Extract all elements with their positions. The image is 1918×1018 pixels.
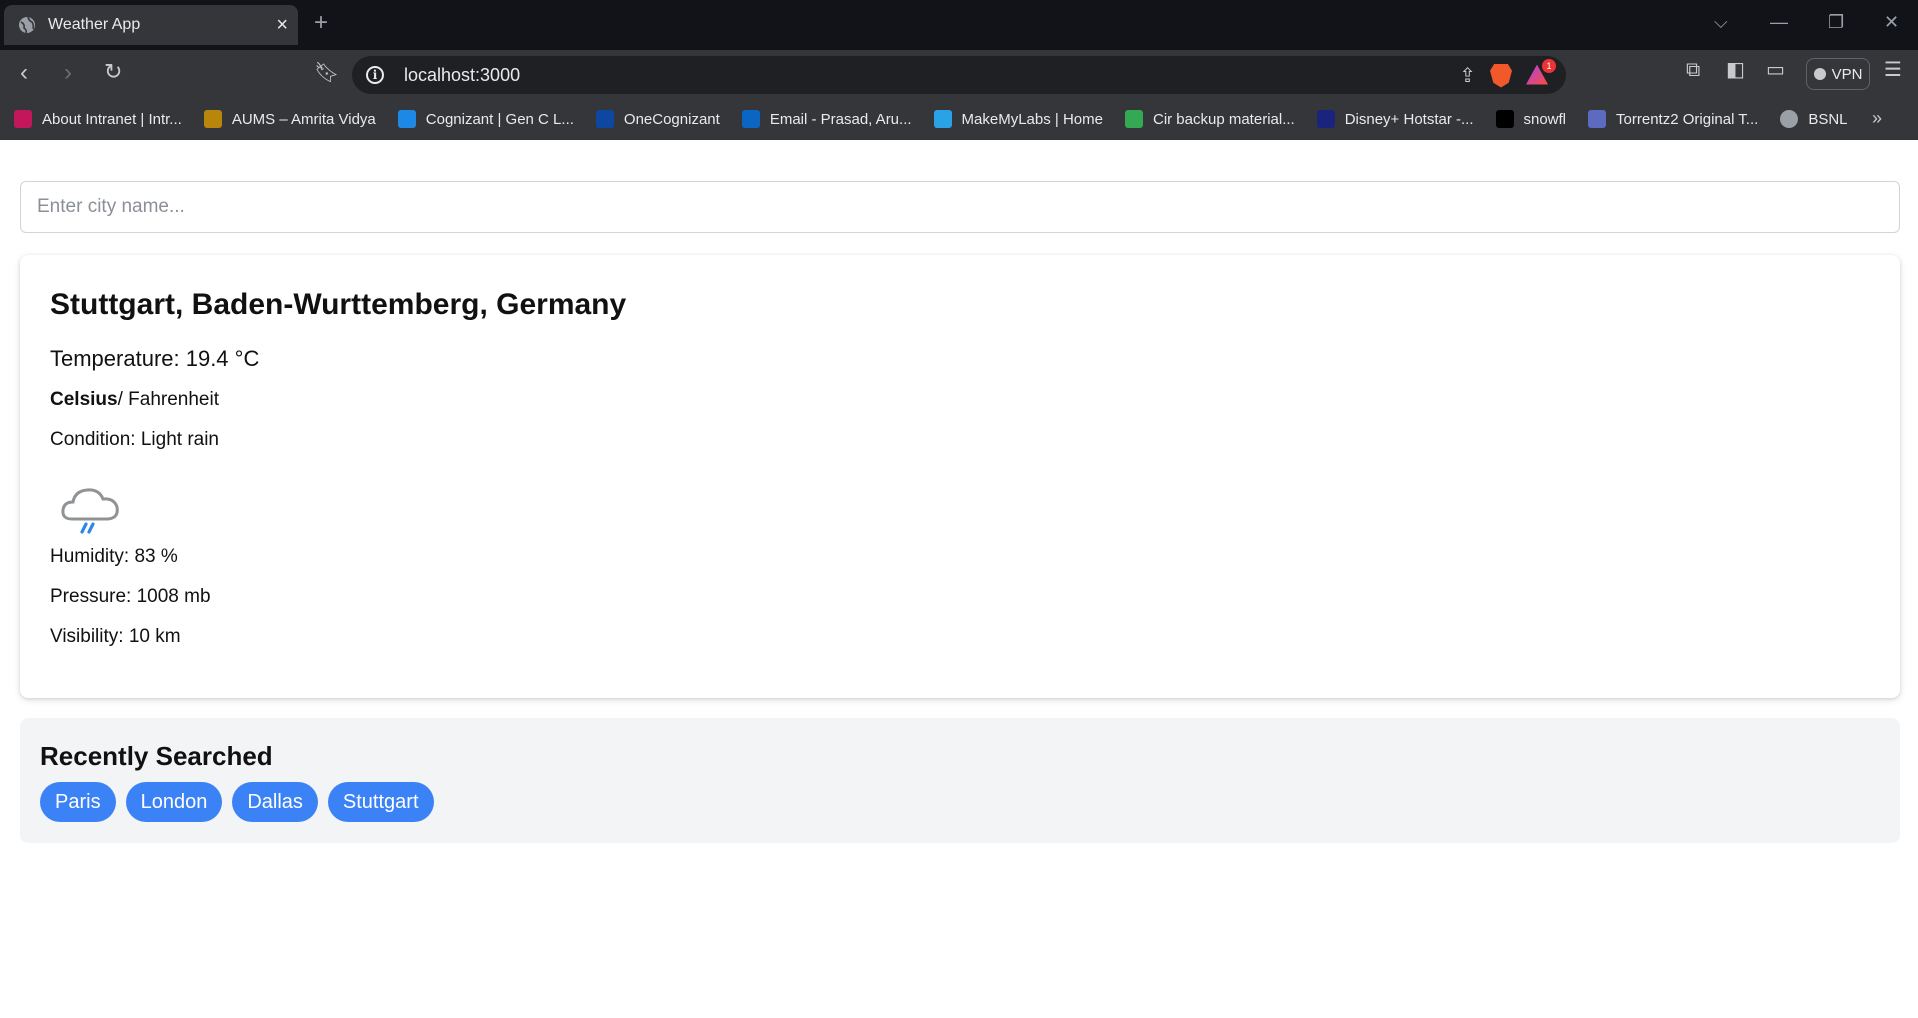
close-tab-icon[interactable]: × (276, 15, 288, 35)
temperature-text: Temperature: 19.4 °C (50, 346, 260, 371)
recent-city-chip[interactable]: Paris (40, 782, 116, 822)
bookmark-label: snowfl (1523, 110, 1567, 128)
bookmark-item[interactable]: snowfl (1495, 110, 1567, 128)
bookmark-label: Torrentz2 Original T... (1616, 110, 1759, 128)
forward-icon[interactable]: › (64, 61, 72, 85)
tab-search-chevron-icon[interactable]: ⌵ (1714, 13, 1728, 31)
window-close-icon[interactable]: ✕ (1884, 13, 1899, 31)
bookmark-item[interactable]: BSNL (1780, 110, 1848, 128)
bookmark-label: Cognizant | Gen C L... (425, 110, 574, 128)
city-search-input[interactable] (20, 181, 1900, 233)
rewards-badge: 1 (1542, 58, 1556, 73)
onecognizant-icon (595, 110, 614, 128)
globe-icon (1780, 110, 1799, 128)
brave-shields-icon[interactable] (1490, 63, 1512, 88)
tab-title: Weather App (48, 16, 141, 33)
bookmarks-bar: About Intranet | Intr... AUMS – Amrita Vi… (0, 98, 1918, 140)
new-tab-icon[interactable]: + (314, 11, 328, 35)
amrita-icon (203, 110, 222, 128)
site-info-icon[interactable]: i (366, 66, 384, 84)
more-bookmarks-icon[interactable]: » (1872, 108, 1882, 129)
intranet-icon (14, 110, 32, 128)
recently-searched-title: Recently Searched (40, 741, 273, 771)
vpn-button[interactable]: VPN (1806, 58, 1870, 90)
bookmark-icon[interactable]: 🔖︎ (314, 63, 339, 83)
light-rain-cloud-icon (61, 488, 119, 534)
restore-icon[interactable]: ❐ (1828, 13, 1844, 31)
globe-icon (19, 16, 35, 34)
browser-toolbar: ‹ › ↻ 🔖︎ i localhost:3000 ⇪ 1 ⧉ ◧ ▭ VPN … (0, 50, 1918, 98)
visibility-text: Visibility: 10 km (50, 626, 181, 647)
outlook-icon (741, 110, 760, 128)
bookmark-item[interactable]: Email - Prasad, Aru... (741, 110, 912, 128)
brave-rewards-icon[interactable]: 1 (1526, 58, 1556, 87)
torrentz-icon (1588, 110, 1607, 128)
bookmark-label: About Intranet | Intr... (42, 110, 182, 128)
weather-card: Stuttgart, Baden-Wurttemberg, Germany Te… (20, 255, 1900, 698)
bookmark-label: Email - Prasad, Aru... (769, 110, 912, 128)
bookmark-item[interactable]: Cognizant | Gen C L... (397, 110, 574, 128)
celsius-toggle[interactable]: Celsius (50, 389, 118, 410)
location-title: Stuttgart, Baden-Wurttemberg, Germany (50, 288, 627, 321)
hotstar-icon (1316, 110, 1335, 128)
humidity-text: Humidity: 83 % (50, 546, 178, 567)
drive-icon (1124, 110, 1143, 128)
bookmark-label: Disney+ Hotstar -... (1344, 110, 1474, 128)
bookmark-item[interactable]: Torrentz2 Original T... (1588, 110, 1758, 128)
vpn-label: VPN (1831, 65, 1863, 83)
recent-city-chip[interactable]: London (125, 782, 223, 822)
snowfl-icon (1495, 110, 1514, 128)
weather-app: Stuttgart, Baden-Wurttemberg, Germany Te… (0, 181, 1918, 843)
recent-city-chip[interactable]: Stuttgart (327, 782, 434, 822)
cognizant-icon (397, 110, 416, 128)
bookmark-item[interactable]: MakeMyLabs | Home (933, 110, 1103, 128)
vpn-status-icon (1813, 68, 1826, 80)
bookmark-item[interactable]: About Intranet | Intr... (14, 110, 182, 128)
bookmark-item[interactable]: AUMS – Amrita Vidya (203, 110, 376, 128)
minimize-icon[interactable]: — (1770, 13, 1788, 31)
address-bar[interactable]: i localhost:3000 ⇪ 1 (352, 56, 1566, 94)
bookmark-item[interactable]: Cir backup material... (1124, 110, 1295, 128)
menu-icon[interactable]: ☰ (1884, 60, 1902, 80)
unit-separator: / (117, 389, 129, 410)
unit-toggle: Celsius/ Fahrenheit (50, 387, 1870, 413)
browser-tabstrip: Weather App × + ⌵ — ❐ ✕ (0, 0, 1918, 50)
recent-city-chip[interactable]: Dallas (232, 782, 318, 822)
bookmark-label: Cir backup material... (1152, 110, 1295, 128)
bookmark-label: BSNL (1808, 110, 1848, 128)
pressure-text: Pressure: 1008 mb (50, 586, 211, 607)
fahrenheit-toggle[interactable]: Fahrenheit (128, 389, 219, 410)
makemylabs-icon (933, 110, 952, 128)
bookmark-item[interactable]: Disney+ Hotstar -... (1316, 110, 1474, 128)
reload-icon[interactable]: ↻ (104, 61, 122, 83)
bookmark-item[interactable]: OneCognizant (595, 110, 720, 128)
url-text: localhost:3000 (404, 64, 521, 85)
bookmark-label: MakeMyLabs | Home (961, 110, 1103, 128)
recent-city-chips: Paris London Dallas Stuttgart (40, 782, 1880, 822)
bookmark-label: AUMS – Amrita Vidya (231, 110, 376, 128)
sidebar-icon[interactable]: ◧ (1726, 60, 1745, 80)
wallet-icon[interactable]: ▭ (1766, 60, 1785, 80)
back-icon[interactable]: ‹ (20, 61, 28, 85)
browser-tab[interactable]: Weather App × (4, 5, 298, 45)
extensions-icon[interactable]: ⧉ (1686, 60, 1700, 80)
condition-text: Condition: Light rain (50, 429, 219, 450)
share-icon[interactable]: ⇪ (1459, 63, 1476, 88)
bookmark-label: OneCognizant (623, 110, 720, 128)
recently-searched-panel: Recently Searched Paris London Dallas St… (20, 718, 1900, 843)
